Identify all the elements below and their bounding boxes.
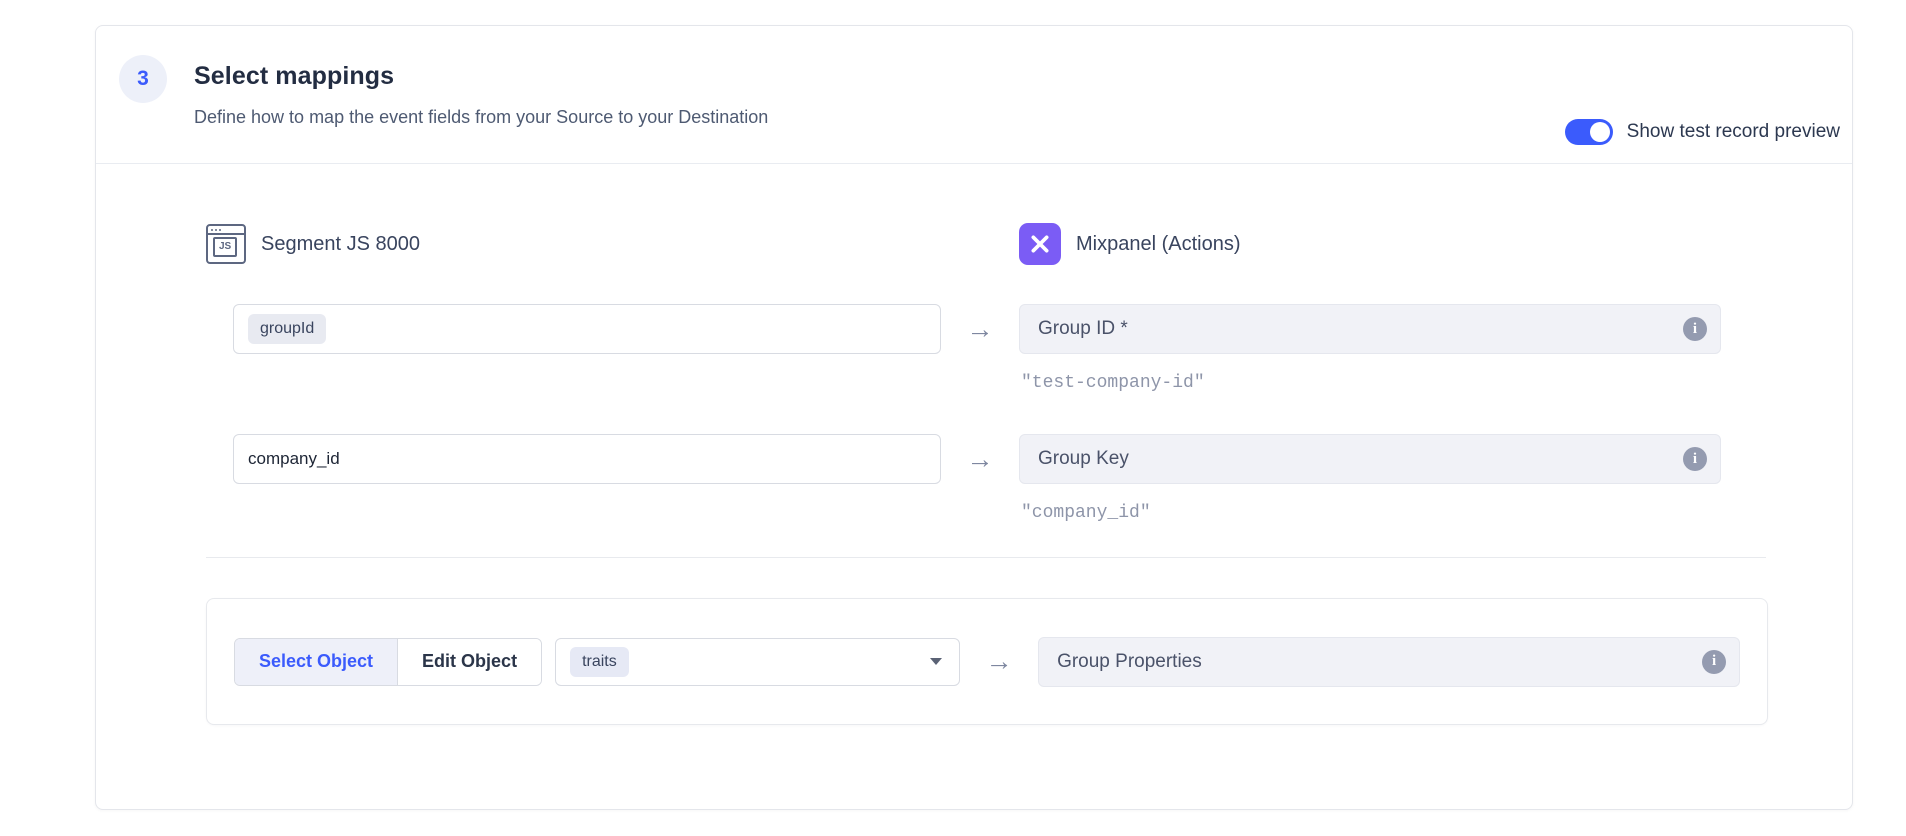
destination-field-label: Group Properties bbox=[1057, 651, 1202, 673]
destination-name: Mixpanel (Actions) bbox=[1076, 233, 1241, 256]
mapping-row: company_id → Group Key i "company_id" bbox=[206, 434, 1852, 523]
arrow-right-icon: → bbox=[941, 434, 1019, 484]
page-title: Select mappings bbox=[194, 62, 768, 91]
source-field-input[interactable]: company_id bbox=[233, 434, 941, 484]
source-column-header: JS Segment JS 8000 bbox=[206, 224, 1019, 264]
toggle-label: Show test record preview bbox=[1627, 121, 1840, 143]
destination-field: Group Key i bbox=[1019, 434, 1721, 484]
destination-field-label: Group Key bbox=[1038, 448, 1129, 470]
toggle-knob bbox=[1590, 122, 1610, 142]
header-text: Select mappings Define how to map the ev… bbox=[194, 62, 768, 128]
arrow-right-icon: → bbox=[960, 646, 1038, 677]
column-headers: JS Segment JS 8000 Mixpanel (Actions) bbox=[206, 222, 1852, 266]
destination-field-label: Group ID * bbox=[1038, 318, 1128, 340]
section-divider bbox=[206, 557, 1766, 558]
object-mapping-box: Select Object Edit Object traits → Group… bbox=[206, 598, 1768, 725]
destination-column-header: Mixpanel (Actions) bbox=[1019, 223, 1241, 265]
chevron-down-icon bbox=[930, 658, 942, 665]
js-icon-label: JS bbox=[213, 237, 237, 257]
arrow-right-icon: → bbox=[941, 304, 1019, 354]
select-mappings-card: 3 Select mappings Define how to map the … bbox=[95, 25, 1853, 810]
edit-object-button[interactable]: Edit Object bbox=[398, 639, 541, 685]
show-test-record-preview-toggle[interactable] bbox=[1565, 119, 1613, 145]
mapping-row: groupId → Group ID * i "test-company-id" bbox=[206, 304, 1852, 393]
source-value-text: company_id bbox=[248, 449, 340, 469]
destination-cell: Group Key i "company_id" bbox=[1019, 434, 1721, 523]
mixpanel-icon bbox=[1019, 223, 1061, 265]
browser-titlebar bbox=[208, 226, 244, 235]
destination-cell: Group Properties i bbox=[1038, 637, 1740, 687]
test-record-preview-control: Show test record preview bbox=[1565, 119, 1840, 145]
object-mode-button-group: Select Object Edit Object bbox=[234, 638, 542, 686]
page-subtitle: Define how to map the event fields from … bbox=[194, 107, 768, 128]
source-cell: groupId bbox=[206, 304, 941, 354]
card-header: 3 Select mappings Define how to map the … bbox=[96, 26, 1852, 164]
browser-js-icon: JS bbox=[206, 224, 246, 264]
select-object-button[interactable]: Select Object bbox=[235, 639, 398, 685]
info-icon[interactable]: i bbox=[1683, 317, 1707, 341]
info-icon[interactable]: i bbox=[1683, 447, 1707, 471]
destination-field: Group ID * i bbox=[1019, 304, 1721, 354]
source-cell: company_id bbox=[206, 434, 941, 484]
test-record-preview-value: "test-company-id" bbox=[1021, 373, 1721, 393]
step-number-badge: 3 bbox=[119, 55, 167, 103]
destination-cell: Group ID * i "test-company-id" bbox=[1019, 304, 1721, 393]
source-name: Segment JS 8000 bbox=[261, 233, 420, 256]
test-record-preview-value: "company_id" bbox=[1021, 503, 1721, 523]
source-token[interactable]: groupId bbox=[248, 314, 326, 344]
object-select-dropdown[interactable]: traits bbox=[555, 638, 960, 686]
destination-field: Group Properties i bbox=[1038, 637, 1740, 687]
selected-object-token[interactable]: traits bbox=[570, 647, 629, 677]
source-field-input[interactable]: groupId bbox=[233, 304, 941, 354]
info-icon[interactable]: i bbox=[1702, 650, 1726, 674]
